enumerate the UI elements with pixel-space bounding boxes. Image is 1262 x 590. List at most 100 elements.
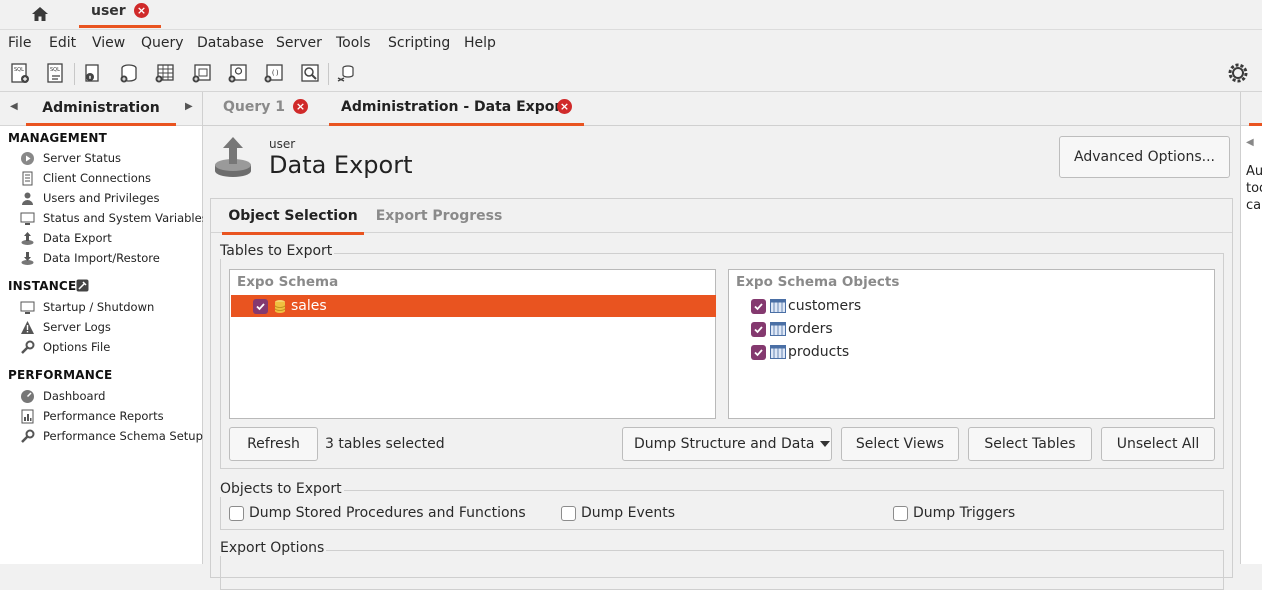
sidebar-item-server-status[interactable]: Server Status: [20, 149, 121, 167]
schema-row-sales[interactable]: sales: [231, 295, 716, 317]
option-label: Dump Stored Procedures and Functions: [249, 505, 526, 521]
objects-to-export-label: Objects to Export: [220, 481, 344, 497]
create-view-button[interactable]: [190, 61, 214, 85]
tab-export-progress[interactable]: Export Progress: [374, 199, 504, 235]
sidebar-item-performance-reports[interactable]: Performance Reports: [20, 407, 164, 425]
menu-help[interactable]: Help: [464, 35, 496, 51]
object-row-customers[interactable]: customers: [730, 295, 1215, 317]
export-icon: [21, 231, 34, 245]
schema-list-header: Expo Schema: [237, 274, 339, 290]
checkmark-icon: [754, 348, 763, 356]
import-icon: [21, 251, 34, 265]
menu-query[interactable]: Query: [141, 35, 184, 51]
dump-triggers-checkbox[interactable]: [893, 505, 908, 521]
menu-scripting[interactable]: Scripting: [388, 35, 450, 51]
object-checkbox[interactable]: [751, 344, 766, 360]
connection-tab-user[interactable]: user ×: [79, 0, 161, 28]
close-icon[interactable]: ×: [557, 99, 572, 114]
open-sql-script-button[interactable]: SQL: [44, 61, 68, 85]
option-label: Dump Triggers: [913, 505, 1016, 521]
dump-events-option[interactable]: Dump Events: [561, 505, 675, 521]
sidebar-item-data-import[interactable]: Data Import/Restore: [20, 249, 160, 267]
open-sql-file-icon: SQL: [47, 63, 63, 83]
create-schema-button[interactable]: [117, 61, 141, 85]
select-views-button[interactable]: Select Views: [841, 427, 959, 461]
svg-text:SQL: SQL: [50, 67, 60, 73]
right-pane-tab[interactable]: [1249, 92, 1262, 126]
sidebar-prev-icon[interactable]: ◀: [10, 101, 18, 112]
function-add-icon: (): [264, 64, 283, 83]
menu-tools[interactable]: Tools: [336, 35, 371, 51]
object-row-products[interactable]: products: [730, 341, 1215, 363]
inspector-button[interactable]: [80, 61, 104, 85]
refresh-button[interactable]: Refresh: [229, 427, 318, 461]
sidebar-item-status-variables[interactable]: Status and System Variables: [20, 209, 208, 227]
tab-label: Administration - Data Export: [341, 99, 568, 115]
new-sql-tab-button[interactable]: SQL: [8, 61, 32, 85]
unselect-all-button[interactable]: Unselect All: [1101, 427, 1215, 461]
close-icon[interactable]: ×: [293, 99, 308, 114]
sidebar-item-data-export[interactable]: Data Export: [20, 229, 112, 247]
database-icon: [274, 299, 286, 313]
sidebar-item-options-file[interactable]: Options File: [20, 338, 110, 356]
selection-status: 3 tables selected: [325, 436, 445, 452]
dump-routines-checkbox[interactable]: [229, 505, 244, 521]
inner-tab-bar: Object Selection Export Progress: [211, 199, 1232, 235]
data-export-icon: [215, 137, 251, 177]
sql-additions-pane: ◀ Au too car: [1240, 92, 1262, 564]
right-pane-header: [1241, 92, 1262, 126]
menu-file[interactable]: File: [8, 35, 31, 51]
create-function-button[interactable]: (): [262, 61, 286, 85]
close-icon[interactable]: ×: [134, 3, 149, 18]
instance-settings-icon[interactable]: [76, 279, 89, 292]
dump-triggers-option[interactable]: Dump Triggers: [893, 505, 1015, 521]
object-row-orders[interactable]: orders: [730, 318, 1215, 340]
search-table-data-button[interactable]: [298, 61, 322, 85]
reconnect-button[interactable]: [335, 61, 359, 85]
play-circle-icon: [21, 151, 34, 165]
sidebar-item-dashboard[interactable]: Dashboard: [20, 387, 105, 405]
sidebar-tab-administration[interactable]: Administration: [26, 94, 176, 126]
home-button[interactable]: [26, 2, 54, 26]
gear-icon: [1228, 63, 1248, 83]
dump-events-checkbox[interactable]: [561, 505, 576, 521]
sidebar-item-performance-schema-setup[interactable]: Performance Schema Setup: [20, 427, 203, 445]
home-icon: [32, 7, 48, 21]
sidebar-item-users-privileges[interactable]: Users and Privileges: [20, 189, 159, 207]
sidebar-item-client-connections[interactable]: Client Connections: [20, 169, 151, 187]
svg-text:(): (): [271, 69, 279, 77]
menu-database[interactable]: Database: [197, 35, 264, 51]
schema-checkbox[interactable]: [253, 298, 268, 314]
menu-edit[interactable]: Edit: [49, 35, 76, 51]
svg-text:SQL: SQL: [14, 67, 24, 73]
sidebar-item-label: Options File: [43, 340, 111, 354]
select-tables-button[interactable]: Select Tables: [968, 427, 1092, 461]
object-checkbox[interactable]: [751, 298, 766, 314]
dump-routines-option[interactable]: Dump Stored Procedures and Functions: [229, 505, 526, 521]
menu-server[interactable]: Server: [276, 35, 322, 51]
sidebar-item-server-logs[interactable]: Server Logs: [20, 318, 111, 336]
object-checkbox[interactable]: [751, 321, 766, 337]
schema-list[interactable]: Expo Schema sales: [229, 269, 716, 419]
sidebar-next-icon[interactable]: ▶: [185, 101, 193, 112]
advanced-options-button[interactable]: Advanced Options...: [1059, 136, 1230, 178]
info-icon: [85, 64, 99, 82]
right-pane-text: Au: [1246, 164, 1262, 179]
create-table-button[interactable]: [153, 61, 177, 85]
create-procedure-button[interactable]: [226, 61, 250, 85]
dump-type-select[interactable]: Dump Structure and Data: [622, 427, 832, 461]
sidebar-header: ◀ Administration ▶: [0, 92, 202, 126]
table-icon: [770, 321, 786, 336]
menu-view[interactable]: View: [92, 35, 125, 51]
right-pane-prev-icon[interactable]: ◀: [1246, 137, 1254, 148]
sidebar-item-startup-shutdown[interactable]: Startup / Shutdown: [20, 298, 154, 316]
preferences-button[interactable]: [1226, 61, 1250, 85]
tab-object-selection[interactable]: Object Selection: [222, 199, 364, 235]
navigator-sidebar: ◀ Administration ▶ MANAGEMENT Server Sta…: [0, 92, 208, 564]
connection-tab-label: user: [91, 3, 126, 19]
checkmark-icon: [754, 325, 763, 333]
tab-administration-data-export[interactable]: Administration - Data Export ×: [329, 92, 584, 126]
tab-query-1[interactable]: Query 1 ×: [211, 92, 321, 126]
schema-objects-list[interactable]: Expo Schema Objects customers orders pro…: [728, 269, 1215, 419]
tools-icon: [21, 429, 35, 443]
